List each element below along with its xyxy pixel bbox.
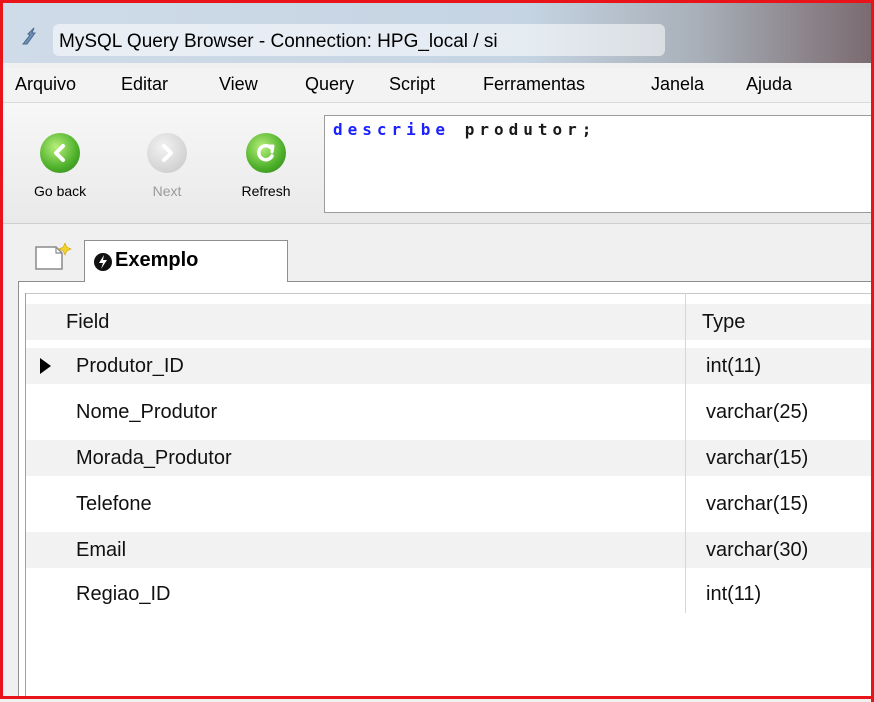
menu-query[interactable]: Query [305,74,354,95]
column-divider[interactable] [685,293,686,613]
cell-field[interactable]: Regiao_ID [76,583,171,606]
menu-editar[interactable]: Editar [121,74,168,95]
cell-field[interactable]: Nome_Produtor [76,401,217,424]
grid-header: Field Type [26,304,874,340]
cell-field[interactable]: Email [76,539,126,562]
query-editor[interactable]: describe produtor; [324,115,874,213]
cell-type[interactable]: int(11) [706,583,761,606]
go-back-label: Go back [34,183,87,199]
refresh-button[interactable]: Refresh [237,133,295,199]
cell-type[interactable]: int(11) [706,355,761,378]
mysql-dolphin-icon [21,27,36,45]
next-button[interactable]: Next [145,133,189,199]
table-row[interactable]: Regiao_ID int(11) [26,576,874,612]
column-header-field[interactable]: Field [66,311,109,334]
table-row[interactable]: Produtor_ID int(11) [26,348,874,384]
menu-script[interactable]: Script [389,74,435,95]
new-tab-icon[interactable] [34,243,74,271]
cell-field[interactable]: Telefone [76,493,152,516]
refresh-icon [246,133,286,173]
current-row-indicator [40,358,51,374]
cell-field[interactable]: Morada_Produtor [76,447,232,470]
query-text: describe produtor; [333,120,596,139]
table-row[interactable]: Email varchar(30) [26,532,874,568]
cell-field[interactable]: Produtor_ID [76,355,184,378]
menu-ajuda[interactable]: Ajuda [746,74,792,95]
query-rest: produtor; [464,120,597,139]
query-keyword: describe [333,120,451,139]
window-title: MySQL Query Browser - Connection: HPG_lo… [59,31,498,52]
table-row[interactable]: Nome_Produtor varchar(25) [26,394,874,430]
tab-exemplo[interactable]: Exemplo [84,240,288,282]
arrow-left-icon [40,133,80,173]
lightning-icon [94,253,112,271]
cell-type[interactable]: varchar(15) [706,447,808,470]
menu-janela[interactable]: Janela [651,74,704,95]
refresh-label: Refresh [241,183,291,199]
table-row[interactable]: Telefone varchar(15) [26,486,874,522]
go-back-button[interactable]: Go back [34,133,86,199]
title-bar: MySQL Query Browser - Connection: HPG_lo… [3,3,874,63]
menu-bar: Arquivo Editar View Query Script Ferrame… [3,68,874,103]
cell-type[interactable]: varchar(30) [706,539,808,562]
tab-label: Exemplo [115,249,199,271]
cell-type[interactable]: varchar(15) [706,493,808,516]
cell-type[interactable]: varchar(25) [706,401,808,424]
menu-view[interactable]: View [219,74,258,95]
menu-ferramentas[interactable]: Ferramentas [483,74,585,95]
column-header-type[interactable]: Type [702,311,745,334]
menu-arquivo[interactable]: Arquivo [15,74,76,95]
next-label: Next [152,183,182,199]
arrow-right-icon [147,133,187,173]
table-row[interactable]: Morada_Produtor varchar(15) [26,440,874,476]
